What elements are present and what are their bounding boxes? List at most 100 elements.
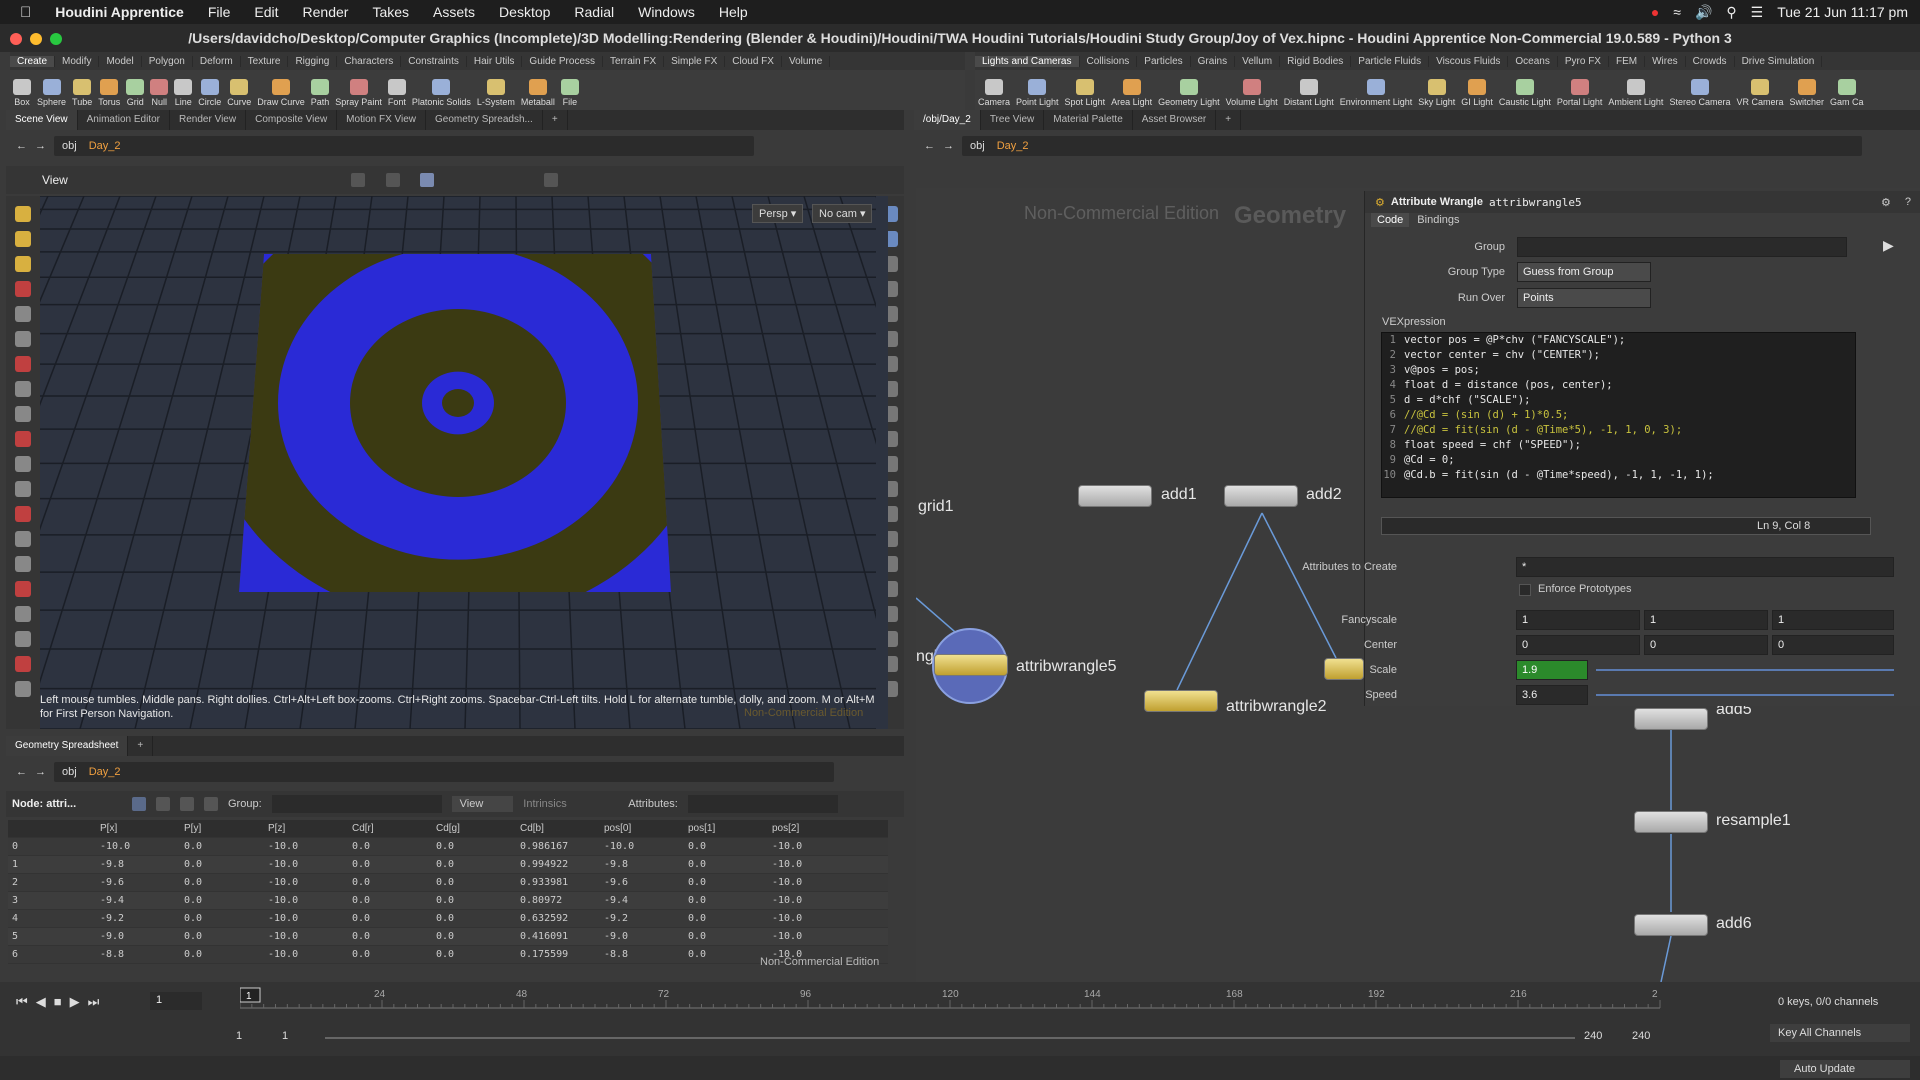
column-header[interactable]: pos[1] (684, 823, 768, 834)
tool-grid[interactable]: Grid (123, 70, 147, 110)
tool-gam-ca[interactable]: Gam Ca (1827, 70, 1867, 110)
jump-end-icon[interactable]: ⏭ (88, 994, 100, 1010)
table-row[interactable]: 1 -9.8 0.0 -10.0 0.0 0.0 0.994922 -9.8 0.0 -10.0 (8, 856, 888, 874)
shelf-tab-texture[interactable]: Texture (241, 55, 289, 67)
shelf-tab-particles[interactable]: Particles (1137, 55, 1191, 67)
tool-curve[interactable]: Curve (224, 70, 254, 110)
vertices-icon[interactable] (156, 797, 170, 811)
magnet-tool-icon[interactable] (15, 406, 31, 422)
tool-sphere[interactable]: Sphere (34, 70, 69, 110)
code-line[interactable]: 8 float speed = chf ("SPEED"); (1382, 438, 1855, 453)
tab-animation-editor[interactable]: Animation Editor (78, 110, 171, 130)
tab-tree-view[interactable]: Tree View (981, 110, 1045, 130)
shelf-tab-hair-utils[interactable]: Hair Utils (467, 55, 523, 67)
code-line[interactable]: 3 v@pos = pos; (1382, 363, 1855, 378)
column-header[interactable]: P[x] (96, 823, 180, 834)
column-header[interactable]: Cd[r] (348, 823, 432, 834)
range-end-field-2[interactable]: 240 (1632, 1030, 1650, 1042)
view-tool-icon[interactable] (15, 381, 31, 397)
tool-line[interactable]: Line (171, 70, 195, 110)
help-icon[interactable]: ? (1905, 196, 1911, 208)
column-header[interactable]: pos[2] (768, 823, 852, 834)
tool-vr-camera[interactable]: VR Camera (1733, 70, 1786, 110)
scale-tool-icon[interactable] (15, 281, 31, 297)
back-arrow-icon[interactable]: ← (16, 766, 27, 778)
apple-icon[interactable]:  (0, 4, 43, 21)
table-row[interactable]: 2 -9.6 0.0 -10.0 0.0 0.0 0.933981 -9.6 0.0 -10.0 (8, 874, 888, 892)
menu-file[interactable]: File (196, 4, 243, 20)
column-header[interactable]: Cd[g] (432, 823, 516, 834)
tool-ambient-light[interactable]: Ambient Light (1605, 70, 1666, 110)
back-arrow-icon[interactable]: ← (16, 140, 27, 152)
shelf-tab-terrain-fx[interactable]: Terrain FX (603, 55, 665, 67)
run-over-menu[interactable]: Points (1517, 288, 1651, 308)
step-back-icon[interactable]: ◀ (36, 994, 46, 1010)
group-select-arrow-icon[interactable]: ▶ (1883, 237, 1894, 254)
scale-slider[interactable] (1596, 669, 1894, 671)
forward-arrow-icon[interactable]: → (943, 140, 954, 152)
group-field[interactable] (1517, 237, 1847, 257)
shelf-tab-drive-simulation[interactable]: Drive Simulation (1735, 55, 1823, 67)
attributes-filter-field[interactable] (687, 795, 838, 813)
control-center-icon[interactable]: ☰ (1751, 4, 1764, 21)
view-menu[interactable]: View (451, 796, 514, 812)
node-add2-label[interactable]: add2 (1306, 486, 1342, 504)
points-icon[interactable] (132, 797, 146, 811)
forward-arrow-icon[interactable]: → (35, 766, 46, 778)
code-line[interactable]: 2 vector center = chv ("CENTER"); (1382, 348, 1855, 363)
node-attribwrangle2[interactable] (1144, 690, 1218, 712)
cook-tool-icon[interactable] (15, 556, 31, 572)
range-start-field-2[interactable]: 1 (282, 1030, 288, 1042)
tool-tube[interactable]: Tube (69, 70, 95, 110)
fancyscale-y-field[interactable]: 1 (1644, 610, 1768, 630)
wifi-icon[interactable]: ≈ (1673, 4, 1681, 20)
primitives-icon[interactable] (180, 797, 194, 811)
attributes-to-create-field[interactable]: * (1516, 557, 1894, 577)
group-filter-field[interactable] (271, 795, 442, 813)
add-tab-icon[interactable]: + (543, 110, 568, 130)
add-tab-icon[interactable]: + (128, 736, 154, 756)
jump-start-icon[interactable]: ⏮ (16, 994, 28, 1010)
table-row[interactable]: 5 -9.0 0.0 -10.0 0.0 0.0 0.416091 -9.0 0.0 -10.0 (8, 928, 888, 946)
brush-tool-icon[interactable] (15, 356, 31, 372)
shelf-tab-crowds[interactable]: Crowds (1686, 55, 1735, 67)
table-row[interactable]: 0 -10.0 0.0 -10.0 0.0 0.0 0.986167 -10.0 0.0 -10.… (8, 838, 888, 856)
node-name-field[interactable]: attribwrangle5 (1489, 196, 1729, 209)
vex-code-editor[interactable]: 1 vector pos = @P*chv ("FANCYSCALE"); 2 vec… (1381, 332, 1856, 498)
tool-sky-light[interactable]: Sky Light (1415, 70, 1458, 110)
tool-box[interactable]: Box (10, 70, 34, 110)
back-arrow-icon[interactable]: ← (924, 140, 935, 152)
detail-icon[interactable] (204, 797, 218, 811)
shelf-tab-lights-and-cameras[interactable]: Lights and Cameras (975, 55, 1080, 67)
tool-switcher[interactable]: Switcher (1786, 70, 1827, 110)
node-grid1-label[interactable]: grid1 (918, 498, 954, 516)
enforce-prototypes-checkbox[interactable] (1519, 584, 1531, 596)
menu-radial[interactable]: Radial (562, 4, 626, 20)
tool-portal-light[interactable]: Portal Light (1554, 70, 1606, 110)
menu-windows[interactable]: Windows (626, 4, 707, 20)
shelf-tab-guide-process[interactable]: Guide Process (522, 55, 604, 67)
tool-torus[interactable]: Torus (95, 70, 123, 110)
minimize-window-icon[interactable] (30, 33, 42, 45)
stop-icon[interactable]: ■ (54, 994, 62, 1010)
shelf-tab-rigid-bodies[interactable]: Rigid Bodies (1280, 55, 1352, 67)
auto-update-menu[interactable]: Auto Update (1780, 1060, 1910, 1078)
shelf-tab-fem[interactable]: FEM (1609, 55, 1646, 67)
gear-icon[interactable]: ⚙ (1881, 196, 1891, 209)
code-line[interactable]: 7 //@Cd = fit(sin (d - @Time*5), -1, 1, 0… (1382, 423, 1855, 438)
knife-tool-icon[interactable] (15, 656, 31, 672)
center-x-field[interactable]: 0 (1516, 635, 1640, 655)
move-tool-icon[interactable] (15, 231, 31, 247)
3d-viewport[interactable]: Persp ▾ No cam ▾ (40, 196, 888, 729)
shelf-tab-rigging[interactable]: Rigging (288, 55, 338, 67)
shelf-tab-characters[interactable]: Characters (337, 55, 402, 67)
tweak-tool-icon[interactable] (15, 681, 31, 697)
app-menu[interactable]: Houdini Apprentice (43, 4, 196, 20)
play-icon[interactable]: ▶ (70, 994, 80, 1010)
tool-platonic-solids[interactable]: Platonic Solids (409, 70, 474, 110)
tool-camera[interactable]: Camera (975, 70, 1013, 110)
tab-asset-browser[interactable]: Asset Browser (1133, 110, 1217, 130)
node-attribwrangle5-label[interactable]: attribwrangle5 (1016, 658, 1117, 676)
node-add2[interactable] (1224, 485, 1298, 507)
tab-material-palette[interactable]: Material Palette (1044, 110, 1133, 130)
